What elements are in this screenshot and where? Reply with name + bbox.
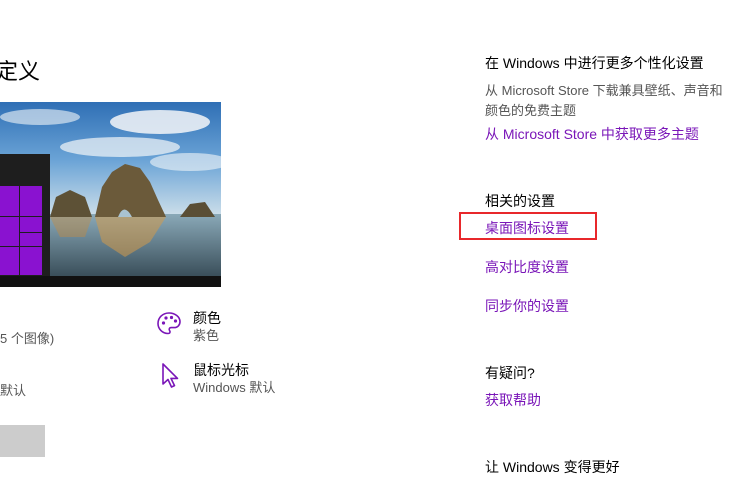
get-more-themes-link[interactable]: 从 Microsoft Store 中获取更多主题 <box>485 124 699 144</box>
save-theme-button[interactable] <box>0 425 45 457</box>
cursor-attribute[interactable]: 鼠标光标 Windows 默认 <box>193 361 275 397</box>
mouse-pointer-icon <box>160 362 186 388</box>
palette-icon <box>156 311 182 337</box>
sound-value: 默认 <box>0 383 27 398</box>
get-help-link[interactable]: 获取帮助 <box>485 390 541 410</box>
sync-settings-link[interactable]: 同步你的设置 <box>485 296 569 316</box>
theme-preview[interactable] <box>0 102 221 287</box>
theme-preview-image <box>0 102 221 287</box>
online-themes-desc: 从 Microsoft Store 下载兼具壁纸、声音和颜色的免费主题 <box>485 83 723 118</box>
related-settings-title: 相关的设置 <box>485 193 555 209</box>
page-title: 定义 <box>0 59 41 84</box>
color-attribute[interactable]: 颜色 紫色 <box>193 309 221 345</box>
cursor-value: Windows 默认 <box>193 380 276 395</box>
color-label: 颜色 <box>193 310 221 326</box>
background-value: 5 个图像) <box>0 331 55 346</box>
high-contrast-settings-link[interactable]: 高对比度设置 <box>485 257 569 277</box>
online-themes-title: 在 Windows 中进行更多个性化设置 <box>485 55 704 71</box>
personalization-themes-page: 定义 5 个图像) 默认 颜色 紫色 鼠标光标 Windows 默认 在 Win… <box>0 0 740 486</box>
feedback-title: 让 Windows 变得更好 <box>485 459 620 475</box>
cursor-label: 鼠标光标 <box>193 362 249 378</box>
highlight-annotation <box>459 212 597 240</box>
color-value: 紫色 <box>193 328 220 343</box>
help-title: 有疑问? <box>485 365 535 381</box>
